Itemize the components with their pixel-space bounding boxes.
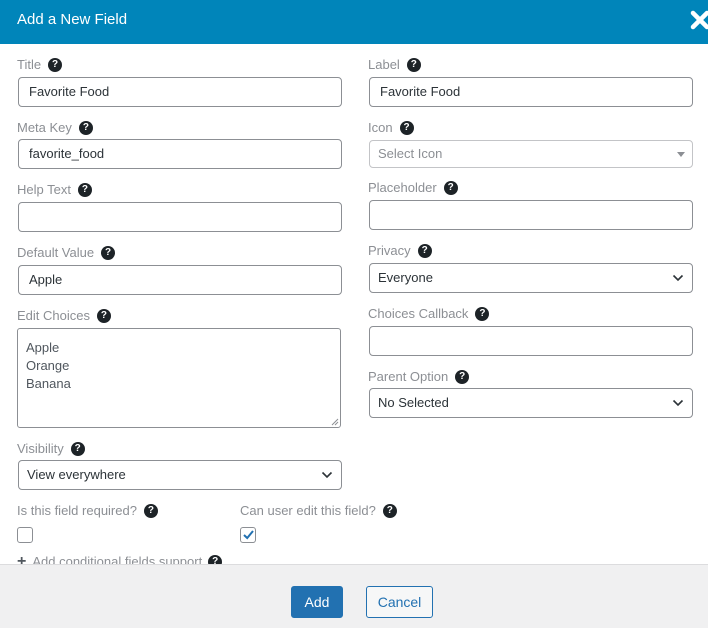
dialog-footer: Add Cancel — [0, 564, 708, 628]
title-label: Title ? — [17, 57, 63, 72]
required-checkbox[interactable] — [17, 527, 33, 543]
title-input[interactable]: Favorite Food — [18, 77, 342, 107]
meta-key-label: Meta Key ? — [17, 120, 93, 135]
add-conditional-link[interactable]: + Add conditional fields support ? — [17, 553, 223, 565]
choices-callback-input[interactable] — [369, 326, 693, 356]
caret-down-icon — [677, 152, 685, 157]
help-icon[interactable]: ? — [96, 308, 111, 323]
close-icon[interactable] — [690, 10, 708, 30]
cancel-button[interactable]: Cancel — [366, 586, 433, 618]
help-icon[interactable]: ? — [475, 306, 490, 321]
help-icon[interactable]: ? — [455, 369, 470, 384]
placeholder-input[interactable] — [369, 200, 693, 230]
help-icon[interactable]: ? — [399, 120, 414, 135]
choice-line: Orange — [26, 358, 70, 373]
label-input[interactable]: Favorite Food — [369, 77, 693, 107]
checkmark-icon — [243, 530, 254, 540]
privacy-label: Privacy ? — [368, 243, 432, 258]
add-button[interactable]: Add — [291, 586, 343, 618]
plus-icon: + — [17, 553, 27, 565]
help-icon[interactable]: ? — [70, 441, 85, 456]
chevron-down-icon — [672, 399, 684, 407]
help-icon[interactable]: ? — [406, 57, 421, 72]
chevron-down-icon — [321, 471, 333, 479]
choice-line: Banana — [26, 376, 71, 391]
privacy-select[interactable]: Everyone — [369, 263, 693, 293]
user-edit-label: Can user edit this field? ? — [240, 503, 397, 518]
help-icon[interactable]: ? — [101, 245, 116, 260]
help-icon[interactable]: ? — [77, 182, 92, 197]
parent-option-label: Parent Option ? — [368, 369, 470, 384]
help-icon[interactable]: ? — [48, 57, 63, 72]
choice-line: Apple — [26, 340, 60, 355]
meta-key-input[interactable]: favorite_food — [18, 139, 342, 169]
placeholder-label: Placeholder ? — [368, 180, 458, 195]
user-edit-checkbox[interactable] — [240, 527, 256, 543]
dialog-title: Add a New Field — [17, 11, 128, 28]
label-label: Label ? — [368, 57, 421, 72]
icon-label: Icon ? — [368, 120, 414, 135]
default-value-input[interactable]: Apple — [18, 265, 342, 295]
resize-handle-icon[interactable] — [331, 418, 339, 426]
visibility-label: Visibility ? — [17, 441, 85, 456]
help-icon[interactable]: ? — [443, 180, 458, 195]
edit-choices-label: Edit Choices ? — [17, 308, 111, 323]
help-text-input[interactable] — [18, 202, 342, 232]
edit-choices-textarea[interactable]: Apple Orange Banana — [17, 328, 341, 428]
parent-option-select[interactable]: No Selected — [369, 388, 693, 418]
help-icon[interactable]: ? — [78, 120, 93, 135]
help-icon[interactable]: ? — [208, 554, 223, 564]
dialog-header: Add a New Field — [0, 0, 708, 44]
chevron-down-icon — [672, 274, 684, 282]
dialog-body: Title ? Favorite Food Meta Key ? favorit… — [0, 44, 708, 564]
help-text-label: Help Text ? — [17, 182, 92, 197]
help-icon[interactable]: ? — [417, 243, 432, 258]
help-icon[interactable]: ? — [382, 503, 397, 518]
help-icon[interactable]: ? — [143, 503, 158, 518]
default-value-label: Default Value ? — [17, 245, 116, 260]
visibility-select[interactable]: View everywhere — [18, 460, 342, 490]
icon-select[interactable]: Select Icon — [369, 140, 693, 168]
choices-callback-label: Choices Callback ? — [368, 306, 490, 321]
required-label: Is this field required? ? — [17, 503, 158, 518]
